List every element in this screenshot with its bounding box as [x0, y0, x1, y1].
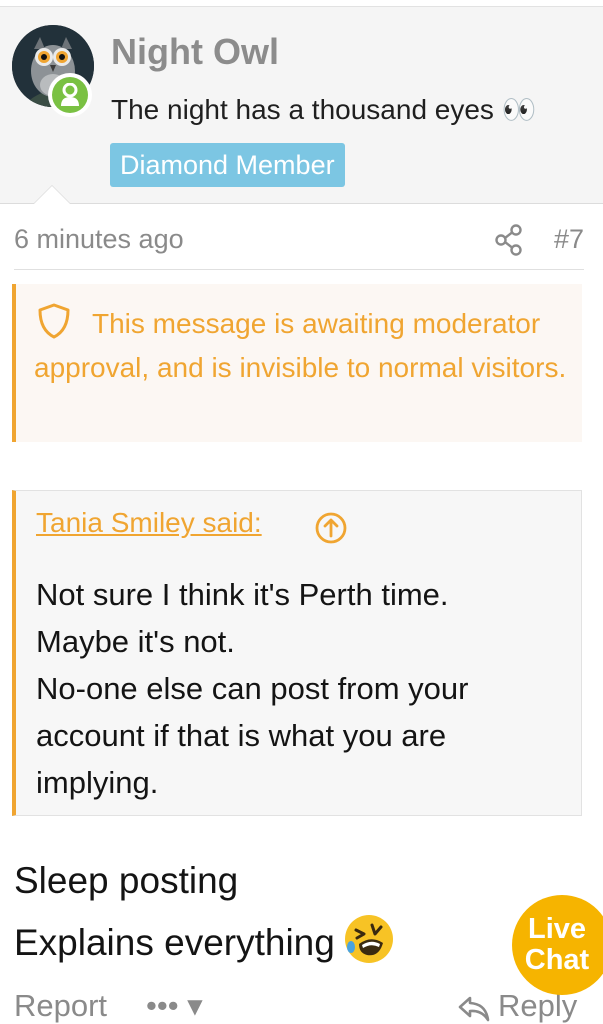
more-options-menu[interactable]: ••• ▾	[146, 988, 203, 1024]
quote-line: No-one else can post from your	[36, 671, 469, 706]
live-chat-line-2: Chat	[524, 944, 590, 976]
quote-line: Not sure I think it's Perth time.	[36, 577, 449, 612]
post-number[interactable]: #7	[554, 224, 584, 255]
message-body: Sleep posting Explains everything	[14, 850, 584, 974]
post-time[interactable]: 6 minutes ago	[14, 224, 184, 255]
moderation-text: This message is awaiting moderator appro…	[34, 308, 567, 383]
share-icon[interactable]	[494, 224, 524, 256]
reply-icon[interactable]	[456, 992, 492, 1024]
post-meta: 6 minutes ago #7	[14, 222, 584, 270]
message-line: Sleep posting	[14, 860, 239, 901]
live-chat-button[interactable]: Live Chat	[512, 895, 603, 995]
moderation-notice: This message is awaiting moderator appro…	[12, 284, 582, 442]
member-banner: Diamond Member	[110, 143, 345, 187]
live-chat-line-1: Live	[527, 913, 587, 945]
user-title: The night has a thousand eyes 👀	[111, 94, 537, 125]
report-link[interactable]: Report	[14, 988, 107, 1024]
rolling-laughing-emoji-icon	[343, 913, 395, 965]
quote-block: Tania Smiley said: Not sure I think it's…	[12, 490, 582, 816]
message-line: Explains everything	[14, 922, 335, 963]
quote-attribution[interactable]: Tania Smiley said:	[36, 507, 262, 539]
quote-body: Not sure I think it's Perth time. Maybe …	[36, 571, 576, 806]
post-actions: Report ••• ▾ Reply	[14, 988, 584, 1024]
quote-line: account if that is what you are	[36, 718, 447, 753]
message-line-with-emoji: Explains everything	[14, 912, 584, 974]
quote-line: Maybe it's not.	[36, 624, 235, 659]
forum-post: Night Owl The night has a thousand eyes …	[0, 0, 603, 1024]
arrow-up-circle-icon[interactable]	[314, 511, 348, 545]
username[interactable]: Night Owl	[111, 31, 279, 73]
author-pointer	[34, 186, 70, 204]
author-block: Night Owl The night has a thousand eyes …	[0, 6, 603, 204]
quote-line: implying.	[36, 765, 159, 800]
user-online-icon	[48, 73, 92, 117]
